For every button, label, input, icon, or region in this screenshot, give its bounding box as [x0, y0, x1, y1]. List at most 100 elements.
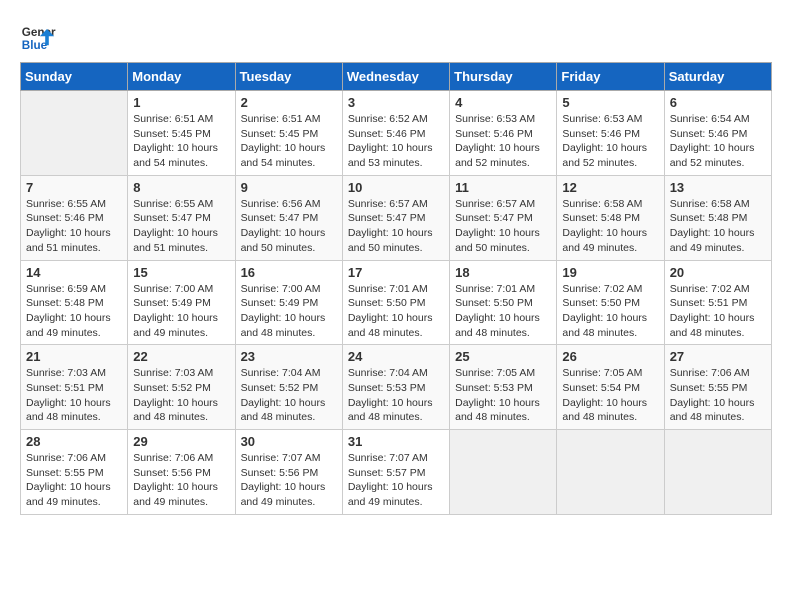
day-number: 20 [670, 265, 766, 280]
calendar-cell: 23 Sunrise: 7:04 AM Sunset: 5:52 PM Dayl… [235, 345, 342, 430]
day-info: Sunrise: 6:53 AM Sunset: 5:46 PM Dayligh… [562, 112, 658, 171]
header-friday: Friday [557, 63, 664, 91]
day-info: Sunrise: 6:58 AM Sunset: 5:48 PM Dayligh… [562, 197, 658, 256]
day-info: Sunrise: 7:03 AM Sunset: 5:51 PM Dayligh… [26, 366, 122, 425]
day-number: 22 [133, 349, 229, 364]
day-info: Sunrise: 7:06 AM Sunset: 5:56 PM Dayligh… [133, 451, 229, 510]
day-info: Sunrise: 7:03 AM Sunset: 5:52 PM Dayligh… [133, 366, 229, 425]
svg-text:Blue: Blue [22, 39, 48, 52]
day-number: 16 [241, 265, 337, 280]
day-number: 8 [133, 180, 229, 195]
calendar-cell [21, 91, 128, 176]
day-info: Sunrise: 7:01 AM Sunset: 5:50 PM Dayligh… [455, 282, 551, 341]
day-number: 13 [670, 180, 766, 195]
day-info: Sunrise: 6:55 AM Sunset: 5:46 PM Dayligh… [26, 197, 122, 256]
day-info: Sunrise: 7:02 AM Sunset: 5:50 PM Dayligh… [562, 282, 658, 341]
calendar-week-2: 14 Sunrise: 6:59 AM Sunset: 5:48 PM Dayl… [21, 260, 772, 345]
day-info: Sunrise: 6:57 AM Sunset: 5:47 PM Dayligh… [348, 197, 444, 256]
logo: General Blue [20, 20, 60, 56]
day-number: 27 [670, 349, 766, 364]
day-info: Sunrise: 6:57 AM Sunset: 5:47 PM Dayligh… [455, 197, 551, 256]
calendar-table: SundayMondayTuesdayWednesdayThursdayFrid… [20, 62, 772, 515]
calendar-week-3: 21 Sunrise: 7:03 AM Sunset: 5:51 PM Dayl… [21, 345, 772, 430]
day-info: Sunrise: 7:05 AM Sunset: 5:53 PM Dayligh… [455, 366, 551, 425]
day-number: 15 [133, 265, 229, 280]
header-saturday: Saturday [664, 63, 771, 91]
calendar-cell: 28 Sunrise: 7:06 AM Sunset: 5:55 PM Dayl… [21, 430, 128, 515]
calendar-cell: 17 Sunrise: 7:01 AM Sunset: 5:50 PM Dayl… [342, 260, 449, 345]
day-number: 2 [241, 95, 337, 110]
calendar-cell: 1 Sunrise: 6:51 AM Sunset: 5:45 PM Dayli… [128, 91, 235, 176]
calendar-cell: 26 Sunrise: 7:05 AM Sunset: 5:54 PM Dayl… [557, 345, 664, 430]
calendar-cell: 24 Sunrise: 7:04 AM Sunset: 5:53 PM Dayl… [342, 345, 449, 430]
day-number: 7 [26, 180, 122, 195]
calendar-cell: 31 Sunrise: 7:07 AM Sunset: 5:57 PM Dayl… [342, 430, 449, 515]
calendar-cell [664, 430, 771, 515]
day-number: 21 [26, 349, 122, 364]
calendar-week-4: 28 Sunrise: 7:06 AM Sunset: 5:55 PM Dayl… [21, 430, 772, 515]
day-info: Sunrise: 7:06 AM Sunset: 5:55 PM Dayligh… [670, 366, 766, 425]
day-info: Sunrise: 6:54 AM Sunset: 5:46 PM Dayligh… [670, 112, 766, 171]
day-info: Sunrise: 7:07 AM Sunset: 5:56 PM Dayligh… [241, 451, 337, 510]
day-number: 25 [455, 349, 551, 364]
calendar-cell: 11 Sunrise: 6:57 AM Sunset: 5:47 PM Dayl… [450, 175, 557, 260]
day-number: 18 [455, 265, 551, 280]
calendar-cell: 18 Sunrise: 7:01 AM Sunset: 5:50 PM Dayl… [450, 260, 557, 345]
day-info: Sunrise: 6:53 AM Sunset: 5:46 PM Dayligh… [455, 112, 551, 171]
day-number: 3 [348, 95, 444, 110]
day-info: Sunrise: 6:59 AM Sunset: 5:48 PM Dayligh… [26, 282, 122, 341]
calendar-week-0: 1 Sunrise: 6:51 AM Sunset: 5:45 PM Dayli… [21, 91, 772, 176]
day-info: Sunrise: 6:51 AM Sunset: 5:45 PM Dayligh… [133, 112, 229, 171]
day-number: 31 [348, 434, 444, 449]
day-info: Sunrise: 7:04 AM Sunset: 5:53 PM Dayligh… [348, 366, 444, 425]
header-wednesday: Wednesday [342, 63, 449, 91]
calendar-header-row: SundayMondayTuesdayWednesdayThursdayFrid… [21, 63, 772, 91]
day-number: 28 [26, 434, 122, 449]
calendar-cell: 5 Sunrise: 6:53 AM Sunset: 5:46 PM Dayli… [557, 91, 664, 176]
day-info: Sunrise: 7:00 AM Sunset: 5:49 PM Dayligh… [241, 282, 337, 341]
day-info: Sunrise: 7:04 AM Sunset: 5:52 PM Dayligh… [241, 366, 337, 425]
page-header: General Blue [20, 20, 772, 56]
day-number: 23 [241, 349, 337, 364]
day-number: 5 [562, 95, 658, 110]
header-sunday: Sunday [21, 63, 128, 91]
day-info: Sunrise: 6:52 AM Sunset: 5:46 PM Dayligh… [348, 112, 444, 171]
calendar-cell: 7 Sunrise: 6:55 AM Sunset: 5:46 PM Dayli… [21, 175, 128, 260]
day-info: Sunrise: 7:07 AM Sunset: 5:57 PM Dayligh… [348, 451, 444, 510]
day-number: 10 [348, 180, 444, 195]
day-info: Sunrise: 6:58 AM Sunset: 5:48 PM Dayligh… [670, 197, 766, 256]
calendar-cell: 12 Sunrise: 6:58 AM Sunset: 5:48 PM Dayl… [557, 175, 664, 260]
calendar-cell: 3 Sunrise: 6:52 AM Sunset: 5:46 PM Dayli… [342, 91, 449, 176]
day-info: Sunrise: 7:00 AM Sunset: 5:49 PM Dayligh… [133, 282, 229, 341]
calendar-cell: 14 Sunrise: 6:59 AM Sunset: 5:48 PM Dayl… [21, 260, 128, 345]
calendar-cell: 10 Sunrise: 6:57 AM Sunset: 5:47 PM Dayl… [342, 175, 449, 260]
calendar-cell: 29 Sunrise: 7:06 AM Sunset: 5:56 PM Dayl… [128, 430, 235, 515]
calendar-cell: 19 Sunrise: 7:02 AM Sunset: 5:50 PM Dayl… [557, 260, 664, 345]
day-number: 17 [348, 265, 444, 280]
calendar-cell: 22 Sunrise: 7:03 AM Sunset: 5:52 PM Dayl… [128, 345, 235, 430]
day-number: 19 [562, 265, 658, 280]
day-number: 12 [562, 180, 658, 195]
header-tuesday: Tuesday [235, 63, 342, 91]
day-number: 4 [455, 95, 551, 110]
day-info: Sunrise: 7:06 AM Sunset: 5:55 PM Dayligh… [26, 451, 122, 510]
logo-icon: General Blue [20, 20, 56, 56]
day-number: 9 [241, 180, 337, 195]
day-number: 6 [670, 95, 766, 110]
calendar-cell: 13 Sunrise: 6:58 AM Sunset: 5:48 PM Dayl… [664, 175, 771, 260]
day-number: 24 [348, 349, 444, 364]
header-thursday: Thursday [450, 63, 557, 91]
day-info: Sunrise: 7:05 AM Sunset: 5:54 PM Dayligh… [562, 366, 658, 425]
day-info: Sunrise: 6:51 AM Sunset: 5:45 PM Dayligh… [241, 112, 337, 171]
day-info: Sunrise: 7:02 AM Sunset: 5:51 PM Dayligh… [670, 282, 766, 341]
day-info: Sunrise: 6:56 AM Sunset: 5:47 PM Dayligh… [241, 197, 337, 256]
calendar-cell: 21 Sunrise: 7:03 AM Sunset: 5:51 PM Dayl… [21, 345, 128, 430]
svg-text:General: General [22, 26, 56, 39]
day-number: 26 [562, 349, 658, 364]
calendar-cell [557, 430, 664, 515]
calendar-cell: 30 Sunrise: 7:07 AM Sunset: 5:56 PM Dayl… [235, 430, 342, 515]
day-number: 1 [133, 95, 229, 110]
calendar-cell: 2 Sunrise: 6:51 AM Sunset: 5:45 PM Dayli… [235, 91, 342, 176]
calendar-cell: 16 Sunrise: 7:00 AM Sunset: 5:49 PM Dayl… [235, 260, 342, 345]
calendar-cell: 20 Sunrise: 7:02 AM Sunset: 5:51 PM Dayl… [664, 260, 771, 345]
